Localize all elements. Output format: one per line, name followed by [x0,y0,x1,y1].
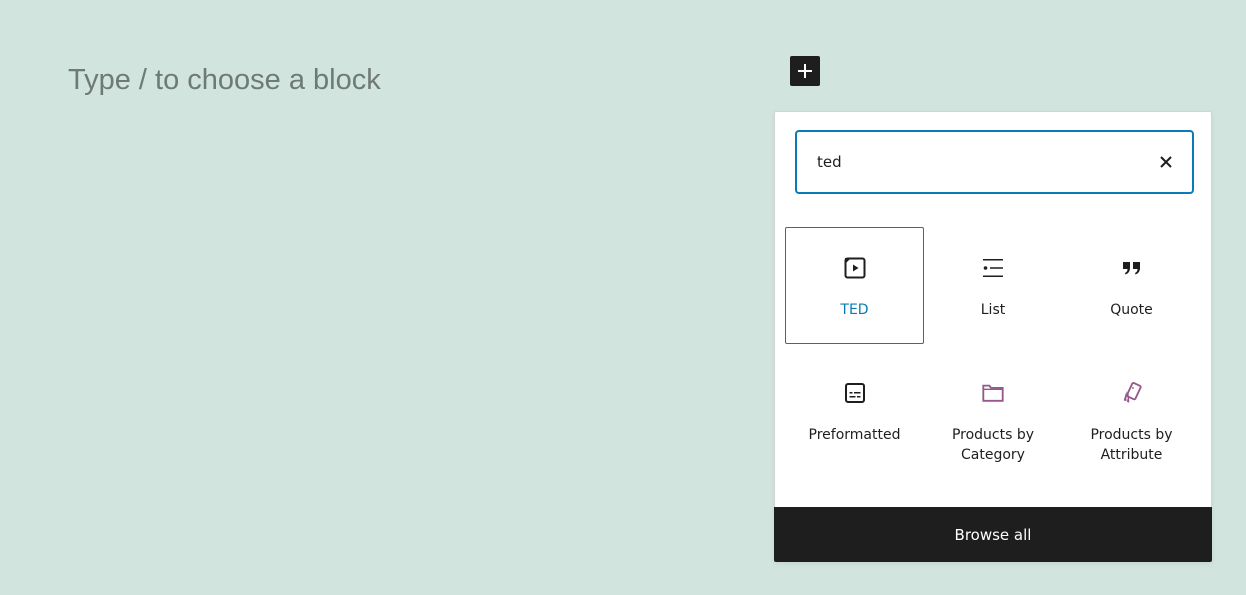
browse-all-button[interactable]: Browse all [774,507,1212,562]
quote-icon [1120,256,1144,280]
block-label: Products by Category [951,427,1035,463]
preformatted-icon [843,381,867,405]
block-item-quote[interactable]: Quote [1062,227,1201,344]
block-label: Preformatted [808,427,901,443]
embed-video-icon [843,256,867,280]
block-label: Quote [1110,302,1153,318]
block-item-products-by-attribute[interactable]: Products by Attribute [1062,344,1201,474]
block-results-list: TED List Quote Preformatted Products by … [785,227,1201,474]
block-item-preformatted[interactable]: Preformatted [785,344,924,474]
block-placeholder[interactable]: Type / to choose a block [68,64,381,97]
block-label: List [980,302,1006,318]
block-search-input[interactable] [817,153,1154,171]
folder-icon [981,381,1005,405]
block-item-products-by-category[interactable]: Products by Category [924,344,1062,474]
block-label: TED [840,302,869,318]
clear-search-button[interactable] [1154,150,1178,174]
block-item-ted[interactable]: TED [785,227,924,344]
tag-cards-icon [1120,381,1144,405]
plus-icon [798,64,812,78]
block-inserter-toggle-button[interactable] [790,56,820,86]
close-icon [1160,156,1172,168]
block-search-field [795,130,1194,194]
block-item-list[interactable]: List [924,227,1062,344]
list-icon [981,256,1005,280]
block-inserter-popover: TED List Quote [774,111,1212,562]
block-label: Products by Attribute [1090,427,1173,463]
